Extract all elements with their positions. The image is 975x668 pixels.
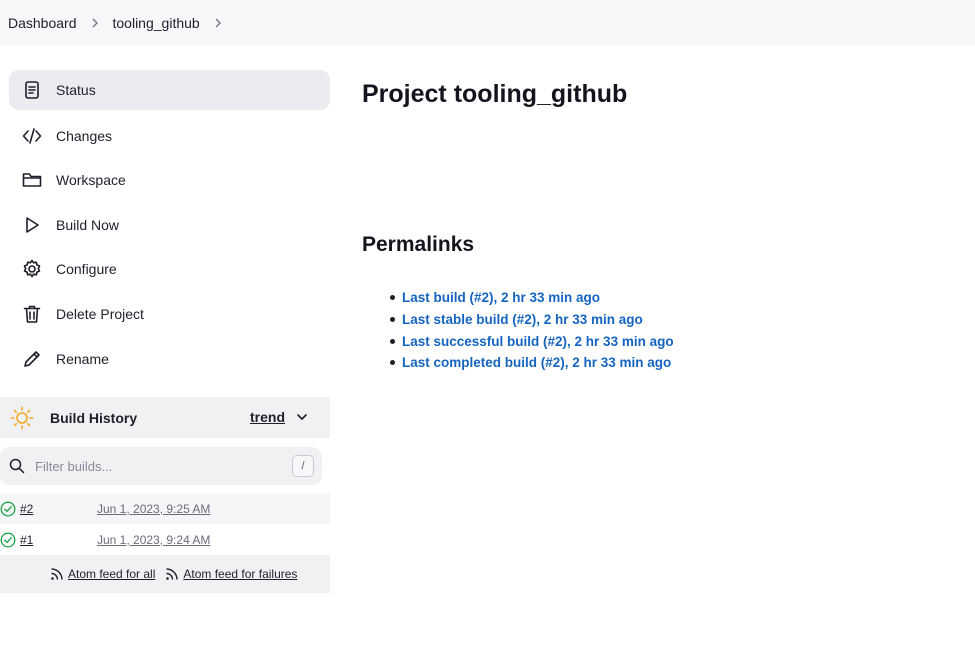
- page-title: Project tooling_github: [362, 80, 628, 108]
- play-icon: [21, 214, 43, 236]
- sidebar-item-label: Status: [56, 82, 96, 98]
- list-item: Last successful build (#2), 2 hr 33 min …: [390, 330, 674, 352]
- pencil-icon: [21, 348, 43, 370]
- code-icon: [21, 125, 43, 147]
- filter-builds: /: [0, 447, 322, 485]
- chevron-right-icon: [77, 0, 113, 45]
- sidebar-item-label: Configure: [56, 261, 117, 277]
- sidebar-item-configure[interactable]: Configure: [9, 249, 330, 289]
- sun-icon: [10, 406, 34, 429]
- chevron-down-icon[interactable]: [296, 411, 308, 423]
- keyboard-shortcut-badge: /: [292, 455, 314, 477]
- filter-builds-input[interactable]: [35, 458, 275, 474]
- success-check-icon: [0, 532, 16, 547]
- bullet: [390, 295, 395, 301]
- build-time-link[interactable]: Jun 1, 2023, 9:24 AM: [97, 533, 210, 547]
- list-item: Last completed build (#2), 2 hr 33 min a…: [390, 352, 674, 374]
- sidebar-item-delete-project[interactable]: Delete Project: [9, 294, 330, 334]
- build-number-link[interactable]: #2: [20, 502, 97, 516]
- atom-feed-all-label: Atom feed for all: [68, 567, 156, 581]
- bullet: [390, 360, 395, 366]
- sidebar-item-label: Changes: [56, 128, 113, 144]
- atom-feeds: Atom feed for all Atom feed for failures: [0, 555, 330, 593]
- sidebar-item-label: Build Now: [56, 217, 120, 233]
- permalink-last-completed-build[interactable]: Last completed build (#2), 2 hr 33 min a…: [402, 355, 671, 370]
- rss-icon: [166, 568, 179, 580]
- search-icon: [9, 458, 25, 474]
- breadcrumb-dashboard[interactable]: Dashboard: [8, 15, 77, 31]
- rss-icon: [51, 568, 63, 580]
- sidebar-item-label: Rename: [56, 351, 109, 367]
- breadcrumb: Dashboard tooling_github: [0, 0, 975, 45]
- bullet: [390, 317, 395, 323]
- sidebar-item-build-now[interactable]: Build Now: [9, 205, 330, 245]
- permalinks-list: Last build (#2), 2 hr 33 min ago Last st…: [390, 287, 674, 374]
- sidebar-item-rename[interactable]: Rename: [9, 339, 330, 379]
- trend-link[interactable]: trend: [250, 409, 285, 425]
- build-row: #2 Jun 1, 2023, 9:25 AM: [0, 493, 330, 524]
- build-number-link[interactable]: #1: [20, 533, 97, 547]
- permalinks-heading: Permalinks: [362, 233, 475, 256]
- chevron-right-icon[interactable]: [200, 0, 236, 45]
- sidebar-item-label: Workspace: [56, 172, 126, 188]
- permalink-last-build[interactable]: Last build (#2), 2 hr 33 min ago: [402, 290, 600, 305]
- build-row: #1 Jun 1, 2023, 9:24 AM: [0, 524, 330, 555]
- status-icon: [21, 79, 43, 101]
- sidebar-item-workspace[interactable]: Workspace: [9, 160, 330, 200]
- atom-feed-failures-label: Atom feed for failures: [183, 567, 298, 581]
- permalink-last-successful-build[interactable]: Last successful build (#2), 2 hr 33 min …: [402, 334, 674, 349]
- bullet: [390, 338, 395, 344]
- sidebar-item-status[interactable]: Status: [9, 70, 330, 110]
- list-item: Last stable build (#2), 2 hr 33 min ago: [390, 309, 674, 331]
- sidebar-item-changes[interactable]: Changes: [9, 116, 330, 156]
- permalink-last-stable-build[interactable]: Last stable build (#2), 2 hr 33 min ago: [402, 312, 643, 327]
- trash-icon: [21, 303, 43, 325]
- build-history-header: Build History trend: [0, 397, 330, 438]
- atom-feed-all-link[interactable]: Atom feed for all: [50, 567, 155, 581]
- folder-icon: [21, 169, 43, 191]
- atom-feed-failures-link[interactable]: Atom feed for failures: [165, 567, 297, 581]
- gear-icon: [21, 258, 43, 280]
- success-check-icon: [0, 501, 16, 516]
- breadcrumb-project[interactable]: tooling_github: [113, 15, 200, 31]
- sidebar-item-label: Delete Project: [56, 306, 144, 322]
- build-time-link[interactable]: Jun 1, 2023, 9:25 AM: [97, 502, 210, 516]
- list-item: Last build (#2), 2 hr 33 min ago: [390, 287, 674, 309]
- build-history-title: Build History: [50, 409, 138, 426]
